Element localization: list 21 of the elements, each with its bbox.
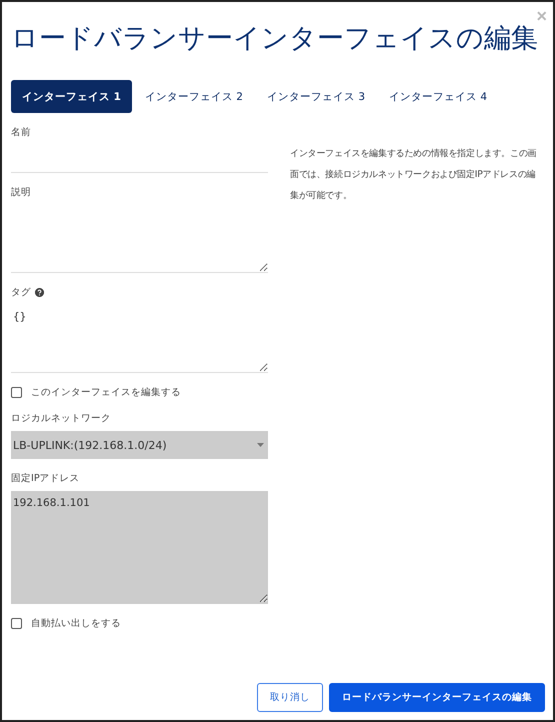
tab[interactable]: インターフェイス 2 <box>134 80 254 113</box>
checkbox-label: このインターフェイスを編集する <box>31 386 181 399</box>
field-label: 名前 <box>11 126 32 139</box>
tab[interactable]: インターフェイス 1 <box>11 80 132 113</box>
field-label: 説明 <box>11 186 32 199</box>
caret-icon <box>257 443 264 447</box>
checkbox[interactable] <box>11 618 22 629</box>
dialog-title: ロードバランサーインターフェイスの編集 <box>11 22 539 56</box>
cancel-button[interactable]: 取り消し <box>257 683 323 712</box>
checkbox-label: 自動払い出しをする <box>31 617 121 630</box>
submit-button[interactable]: ロードバランサーインターフェイスの編集 <box>329 683 545 712</box>
tab[interactable]: インターフェイス 4 <box>378 80 498 113</box>
select-value: LB-UPLINK:(192.168.1.0/24) <box>13 438 167 452</box>
checkbox[interactable] <box>11 387 22 398</box>
help-icon[interactable] <box>35 288 44 297</box>
description-text: インターフェイスを編集するための情報を指定します。この画面では、接続ロジカルネットワークおよび固定IPアドレスの編集が可能です。 <box>290 147 538 203</box>
field-label: 固定IPアドレス <box>11 472 81 485</box>
field-label: ロジカルネットワーク <box>11 412 112 425</box>
tab[interactable]: インターフェイス 3 <box>256 80 376 113</box>
field-label: タグ <box>11 286 268 299</box>
text-area[interactable]: {} <box>11 305 268 373</box>
